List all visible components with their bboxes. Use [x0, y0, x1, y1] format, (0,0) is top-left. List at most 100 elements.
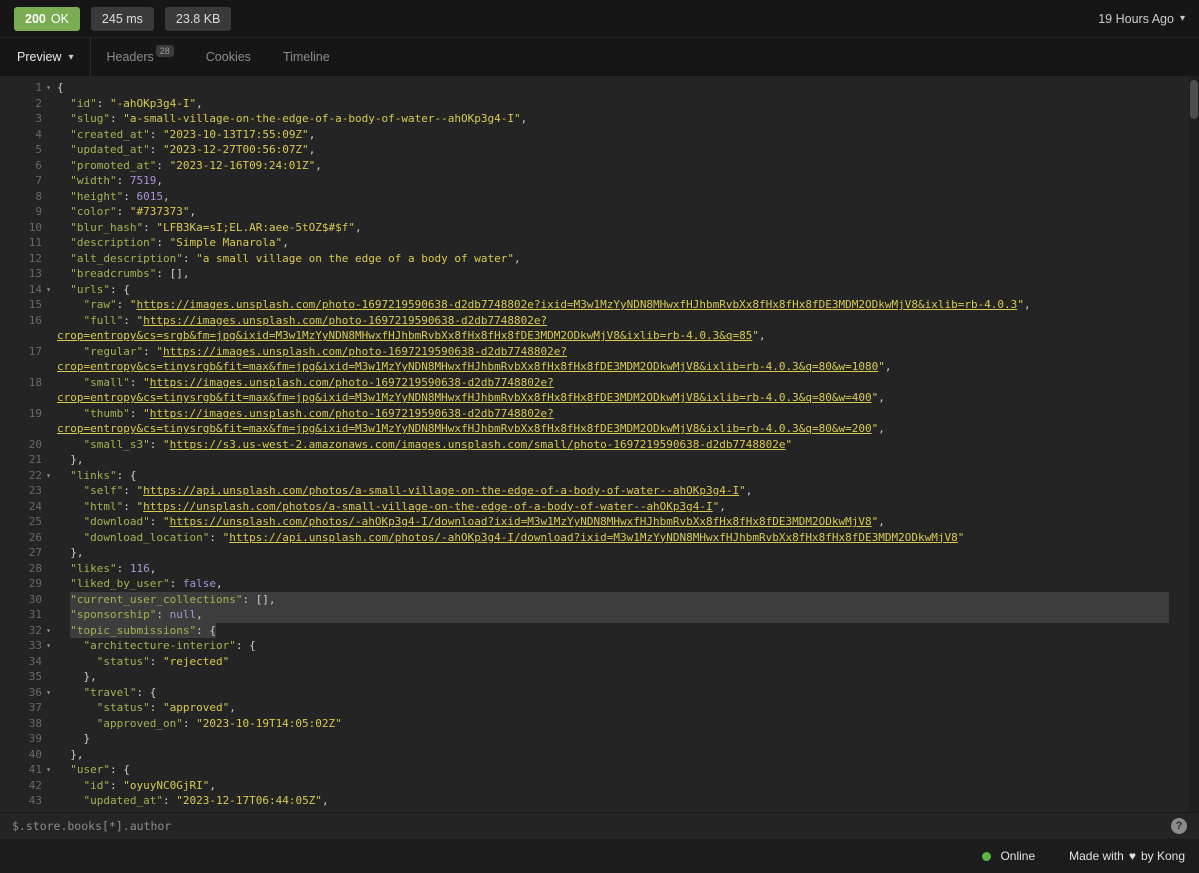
- code-line-row: crop=entropy&cs=tinysrgb&fit=max&fm=jpg&…: [0, 390, 1169, 406]
- fold-caret[interactable]: ▾: [42, 685, 55, 701]
- url-link[interactable]: crop=entropy&cs=tinysrgb&fit=max&fm=jpg&…: [57, 422, 872, 435]
- json-key: "updated_at": [84, 794, 163, 807]
- scrollbar[interactable]: [1189, 76, 1199, 812]
- line-fill: [84, 545, 1170, 561]
- line-number: 32: [0, 623, 42, 639]
- line-fill: [362, 220, 1169, 236]
- json-punctuation: ,: [309, 128, 316, 141]
- json-punctuation: :: [123, 190, 136, 203]
- url-link[interactable]: https://unsplash.com/photos/-ahOKp3g4-I/…: [170, 515, 872, 528]
- fold-caret[interactable]: ▾: [42, 282, 55, 298]
- indent: [57, 793, 84, 809]
- json-punctuation: :: [143, 345, 156, 358]
- line-number: 1: [0, 80, 42, 96]
- tab-timeline[interactable]: Timeline: [267, 38, 346, 76]
- fold-caret[interactable]: ▾: [42, 468, 55, 484]
- line-fill: [64, 80, 1169, 96]
- json-punctuation: :: [163, 794, 176, 807]
- json-key: "links": [70, 469, 116, 482]
- gutter-spacer: [42, 778, 55, 794]
- json-punctuation: :: [209, 531, 222, 544]
- code-line-row: 42 "id": "oyuyNC0GjRI",: [0, 778, 1169, 794]
- code-line-row: 26 "download_location": "https://api.uns…: [0, 530, 1169, 546]
- line-fill: [567, 344, 1169, 360]
- json-string: ": [163, 438, 170, 451]
- json-punctuation: },: [70, 453, 83, 466]
- tab-cookies[interactable]: Cookies: [190, 38, 267, 76]
- url-link[interactable]: https://s3.us-west-2.amazonaws.com/image…: [170, 438, 786, 451]
- line-number: 7: [0, 173, 42, 189]
- url-link[interactable]: https://images.unsplash.com/photo-169721…: [163, 345, 567, 358]
- url-link[interactable]: https://api.unsplash.com/photos/-ahOKp3g…: [229, 531, 957, 544]
- line-number: 23: [0, 483, 42, 499]
- response-history-label: 19 Hours Ago: [1098, 12, 1174, 26]
- fold-caret[interactable]: ▾: [42, 638, 55, 654]
- url-link[interactable]: https://images.unsplash.com/photo-169721…: [150, 407, 554, 420]
- response-history-dropdown[interactable]: 19 Hours Ago ▾: [1098, 12, 1185, 26]
- indent: [57, 173, 70, 189]
- json-punctuation: :: [117, 298, 130, 311]
- json-punctuation: :: [97, 97, 110, 110]
- line-fill: [223, 576, 1169, 592]
- line-number: 11: [0, 235, 42, 251]
- json-string: "#737373": [130, 205, 190, 218]
- response-body[interactable]: 1▾{2 "id": "-ahOKp3g4-I",3 "slug": "a-sm…: [0, 76, 1199, 812]
- line-fill: [315, 127, 1169, 143]
- chevron-down-icon: ▾: [1180, 13, 1185, 24]
- url-link[interactable]: https://unsplash.com/photos/a-small-vill…: [143, 500, 713, 513]
- json-key: "thumb": [84, 407, 130, 420]
- indent: [57, 189, 70, 205]
- fold-caret[interactable]: ▾: [42, 623, 55, 639]
- json-punctuation: ,: [209, 779, 216, 792]
- credit-suffix: by Kong: [1141, 849, 1185, 863]
- json-punctuation: ,: [521, 112, 528, 125]
- line-fill: [891, 359, 1169, 375]
- indent: [57, 251, 70, 267]
- help-icon[interactable]: ?: [1171, 818, 1187, 834]
- line-fill: [84, 747, 1170, 763]
- line-number: [0, 421, 42, 437]
- line-number: [0, 390, 42, 406]
- url-link[interactable]: https://images.unsplash.com/photo-169721…: [137, 298, 1018, 311]
- url-link[interactable]: crop=entropy&cs=tinysrgb&fit=max&fm=jpg&…: [57, 360, 878, 373]
- filter-input[interactable]: [12, 819, 1171, 833]
- indent: [57, 654, 97, 670]
- indent: [57, 669, 84, 685]
- json-punctuation: : {: [110, 283, 130, 296]
- line-number: 34: [0, 654, 42, 670]
- online-status-button[interactable]: Online: [982, 849, 1035, 863]
- code-line-row: 1▾{: [0, 80, 1169, 96]
- json-key: "small": [84, 376, 130, 389]
- heart-icon: ♥: [1129, 849, 1136, 863]
- line-fill: [726, 499, 1169, 515]
- fold-caret[interactable]: ▾: [42, 80, 55, 96]
- code-line-row: 14▾ "urls": {: [0, 282, 1169, 298]
- url-link[interactable]: https://images.unsplash.com/photo-169721…: [143, 314, 547, 327]
- tab-headers[interactable]: Headers 28: [91, 38, 190, 76]
- line-fill: [203, 96, 1169, 112]
- json-punctuation: ,: [309, 143, 316, 156]
- code-line-row: 34 "status": "rejected": [0, 654, 1169, 670]
- kong-credit-link[interactable]: Made with ♥ by Kong: [1069, 849, 1185, 863]
- line-fill: [196, 204, 1169, 220]
- gutter-spacer: [42, 793, 55, 809]
- url-link[interactable]: crop=entropy&cs=tinysrgb&fit=max&fm=jpg&…: [57, 391, 872, 404]
- line-fill: [130, 762, 1169, 778]
- url-link[interactable]: https://images.unsplash.com/photo-169721…: [150, 376, 554, 389]
- line-fill: [136, 468, 1169, 484]
- code-line-row: 11 "description": "Simple Manarola",: [0, 235, 1169, 251]
- json-key: "id": [84, 779, 111, 792]
- url-link[interactable]: https://api.unsplash.com/photos/a-small-…: [143, 484, 739, 497]
- json-punctuation: :: [156, 267, 169, 280]
- json-key: "promoted_at": [70, 159, 156, 172]
- scrollbar-thumb[interactable]: [1190, 80, 1198, 119]
- line-number: 28: [0, 561, 42, 577]
- indent: [57, 592, 70, 608]
- preview-mode-dropdown[interactable]: Preview ▾: [0, 38, 90, 76]
- line-fill: [521, 251, 1169, 267]
- code-line-row: 10 "blur_hash": "LFB3Ka=sI;EL.AR:aee-5tO…: [0, 220, 1169, 236]
- url-link[interactable]: crop=entropy&cs=srgb&fm=jpg&ixid=M3w1MzY…: [57, 329, 752, 342]
- online-label: Online: [1000, 849, 1035, 863]
- fold-caret[interactable]: ▾: [42, 762, 55, 778]
- code-line-row: 22▾ "links": {: [0, 468, 1169, 484]
